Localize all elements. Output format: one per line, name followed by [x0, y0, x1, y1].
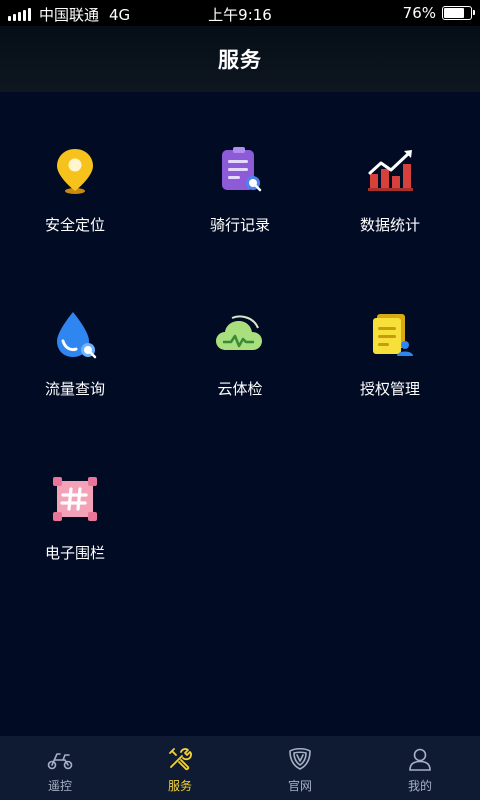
tab-label: 服务: [167, 779, 192, 793]
service-label: 电子围栏: [44, 544, 105, 562]
service-label: 骑行记录: [209, 216, 270, 234]
page-title: 服务: [218, 48, 262, 72]
service-data-statistics[interactable]: 数据统计: [315, 144, 465, 274]
battery-percent: 76%: [402, 4, 436, 22]
status-bar: 中国联通 4G 上午9:16 76%: [0, 0, 480, 26]
service-safety-location[interactable]: 安全定位: [0, 144, 150, 274]
tab-bar: 遥控 服务 官网 我的: [0, 736, 480, 800]
service-label: 流量查询: [44, 380, 105, 398]
data-flow-icon: [57, 312, 97, 359]
service-data-flow[interactable]: 流量查询: [0, 308, 150, 438]
service-geofence[interactable]: 电子围栏: [0, 472, 150, 602]
scooter-icon: [47, 753, 73, 770]
battery-icon: [442, 6, 475, 20]
service-ride-record[interactable]: 骑行记录: [165, 144, 315, 274]
ride-record-icon: [222, 147, 262, 192]
location-pin-icon: [57, 149, 93, 194]
tab-label: 我的: [407, 779, 432, 793]
tab-official-site[interactable]: 官网: [240, 736, 360, 800]
service-cloud-check[interactable]: 云体检: [165, 308, 315, 438]
service-label: 数据统计: [359, 216, 420, 234]
data-chart-icon: [368, 150, 413, 191]
shield-icon: [289, 747, 311, 770]
service-label: 云体检: [217, 380, 263, 398]
tab-label: 官网: [287, 779, 312, 793]
service-authorization[interactable]: 授权管理: [315, 308, 465, 438]
cloud-check-icon: [216, 315, 262, 350]
geofence-icon: [53, 477, 97, 521]
status-right: 76%: [402, 4, 475, 22]
service-label: 安全定位: [44, 216, 105, 234]
tools-icon: [169, 748, 192, 771]
tab-mine[interactable]: 我的: [360, 736, 480, 800]
tab-remote[interactable]: 遥控: [0, 736, 120, 800]
service-label: 授权管理: [359, 380, 420, 398]
authorization-icon: [373, 314, 413, 356]
page-header: 服务: [0, 26, 480, 92]
tab-service[interactable]: 服务: [120, 736, 240, 800]
user-icon: [409, 748, 431, 771]
tab-label: 遥控: [47, 779, 72, 793]
